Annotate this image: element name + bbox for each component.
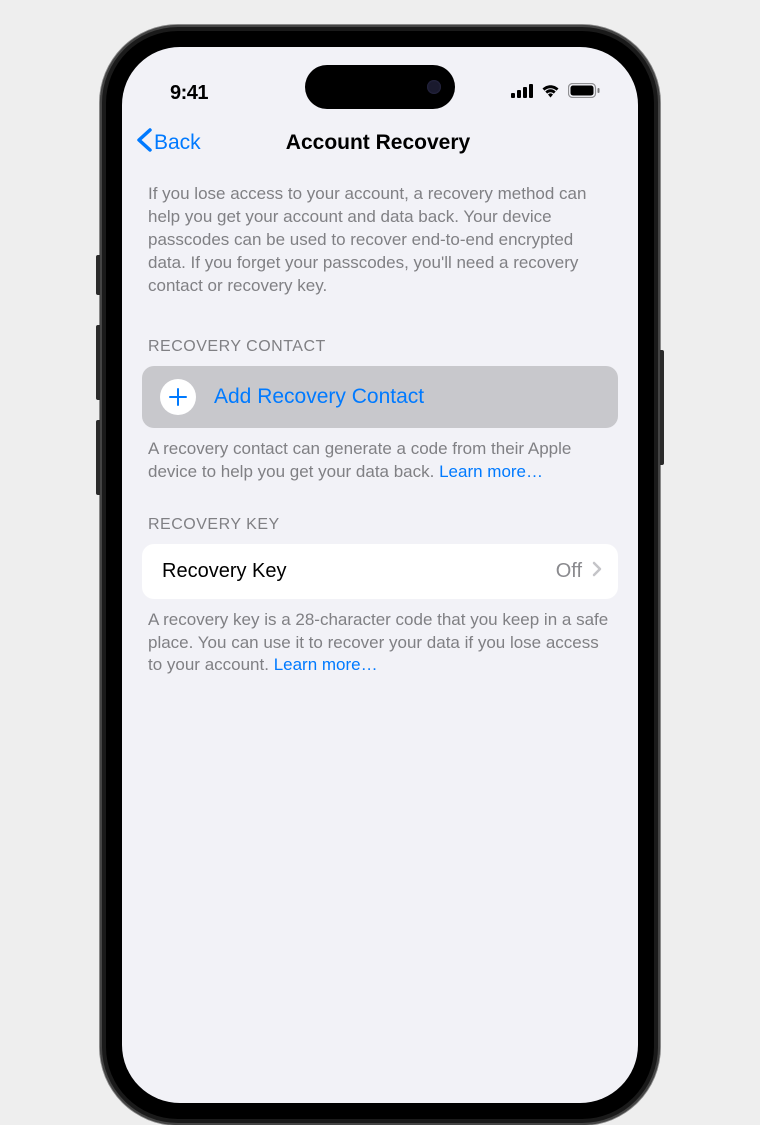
dynamic-island [305,65,455,109]
recovery-contact-footer: A recovery contact can generate a code f… [142,428,618,484]
recovery-key-footer: A recovery key is a 28-character code th… [142,599,618,678]
recovery-key-label: Recovery Key [162,560,287,583]
add-recovery-contact-label: Add Recovery Contact [214,385,424,409]
navigation-bar: Back Account Recovery [122,115,638,171]
recovery-key-trailing: Off [556,560,602,583]
recovery-key-learn-more-link[interactable]: Learn more… [274,655,378,674]
back-label: Back [154,131,201,155]
front-camera [427,80,441,94]
recovery-key-row[interactable]: Recovery Key Off [142,544,618,599]
side-button [660,350,664,465]
page-title: Account Recovery [286,131,470,155]
back-button[interactable]: Back [136,128,201,158]
recovery-contact-learn-more-link[interactable]: Learn more… [439,462,543,481]
volume-up-button [96,325,100,400]
recovery-contact-group: Add Recovery Contact [142,366,618,428]
plus-icon [160,379,196,415]
content-area: If you lose access to your account, a re… [122,171,638,677]
status-time: 9:41 [158,82,208,105]
volume-down-button [96,420,100,495]
phone-inner-frame: 9:41 [106,31,654,1119]
recovery-key-group: Recovery Key Off [142,544,618,599]
recovery-key-header: RECOVERY KEY [142,484,618,544]
chevron-left-icon [136,128,152,158]
wifi-icon [540,83,561,103]
cellular-icon [511,84,533,103]
recovery-contact-header: RECOVERY CONTACT [142,306,618,366]
phone-frame: 9:41 [100,25,660,1125]
intro-description: If you lose access to your account, a re… [142,171,618,306]
silent-switch [96,255,100,295]
screen: 9:41 [122,47,638,1103]
recovery-key-value: Off [556,560,582,583]
chevron-right-icon [592,560,602,583]
add-recovery-contact-button[interactable]: Add Recovery Contact [142,366,618,428]
battery-icon [568,83,600,103]
status-icons [511,83,602,103]
